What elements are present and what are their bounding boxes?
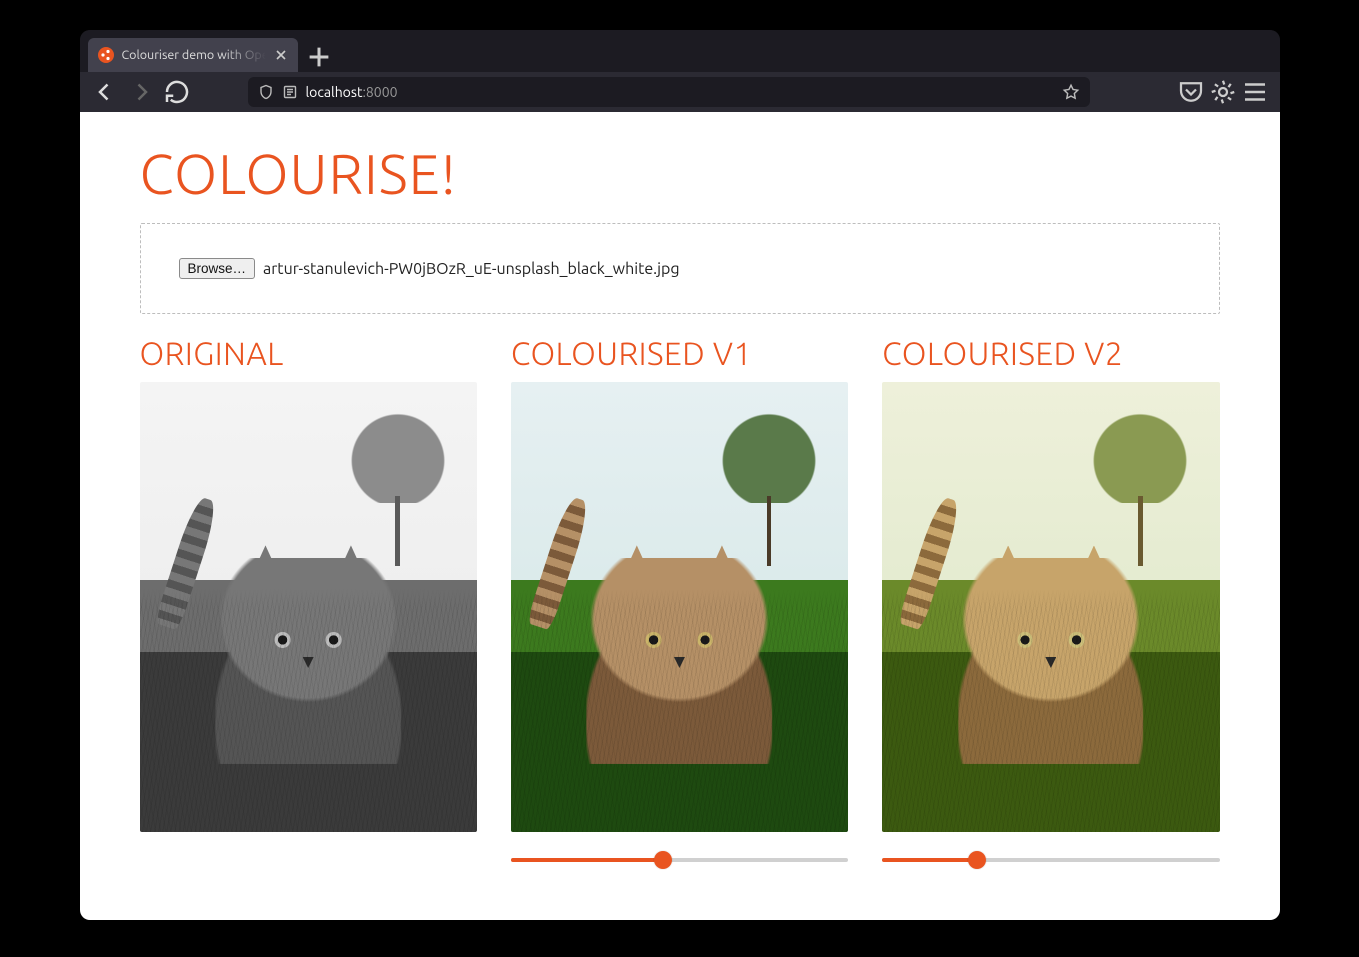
blend-slider-v2[interactable] <box>882 858 1219 862</box>
pocket-icon[interactable] <box>1176 77 1206 107</box>
image-original <box>140 382 477 832</box>
image-colourised-v1 <box>511 382 848 832</box>
browser-tab[interactable]: Colouriser demo with OpenVINO <box>88 38 298 72</box>
slider-fill <box>511 858 663 862</box>
page-info-icon[interactable] <box>282 84 298 100</box>
bookmark-star-icon[interactable] <box>1062 83 1080 101</box>
column-v2: COLOURISED V2 <box>882 336 1219 870</box>
image-colourised-v2 <box>882 382 1219 832</box>
nav-back-button[interactable] <box>90 77 120 107</box>
url-bar[interactable]: localhost:8000 <box>248 77 1090 107</box>
blend-slider-v1[interactable] <box>511 858 848 862</box>
column-heading: COLOURISED V1 <box>511 336 848 372</box>
column-original: ORIGINAL <box>140 336 477 870</box>
extensions-icon[interactable] <box>1208 77 1238 107</box>
slider-thumb[interactable] <box>654 851 672 869</box>
ubuntu-favicon-icon <box>98 47 114 63</box>
slider-thumb[interactable] <box>968 851 986 869</box>
column-heading: ORIGINAL <box>140 336 477 372</box>
slider-fill <box>882 858 976 862</box>
tab-close-icon[interactable] <box>274 48 288 62</box>
toolbar-right-group <box>1176 77 1270 107</box>
tab-strip: Colouriser demo with OpenVINO <box>80 30 1280 72</box>
new-tab-button[interactable] <box>304 42 334 72</box>
upload-dropzone[interactable]: Browse… artur-stanulevich-PW0jBOzR_uE-un… <box>140 223 1220 314</box>
browse-button[interactable]: Browse… <box>179 258 256 279</box>
nav-reload-button[interactable] <box>162 77 192 107</box>
url-host: localhost <box>306 84 363 100</box>
app-menu-icon[interactable] <box>1240 77 1270 107</box>
page-title: COLOURISE! <box>140 142 1220 205</box>
selected-filename: artur-stanulevich-PW0jBOzR_uE-unsplash_b… <box>263 260 680 278</box>
tab-title: Colouriser demo with OpenVINO <box>122 48 266 62</box>
url-text: localhost:8000 <box>306 84 398 100</box>
nav-forward-button[interactable] <box>126 77 156 107</box>
browser-window: Colouriser demo with OpenVINO <box>80 30 1280 920</box>
url-port: :8000 <box>362 84 397 100</box>
browser-toolbar: localhost:8000 <box>80 72 1280 112</box>
column-v1: COLOURISED V1 <box>511 336 848 870</box>
tracking-shield-icon[interactable] <box>258 84 274 100</box>
column-heading: COLOURISED V2 <box>882 336 1219 372</box>
page-content: COLOURISE! Browse… artur-stanulevich-PW0… <box>80 112 1280 920</box>
